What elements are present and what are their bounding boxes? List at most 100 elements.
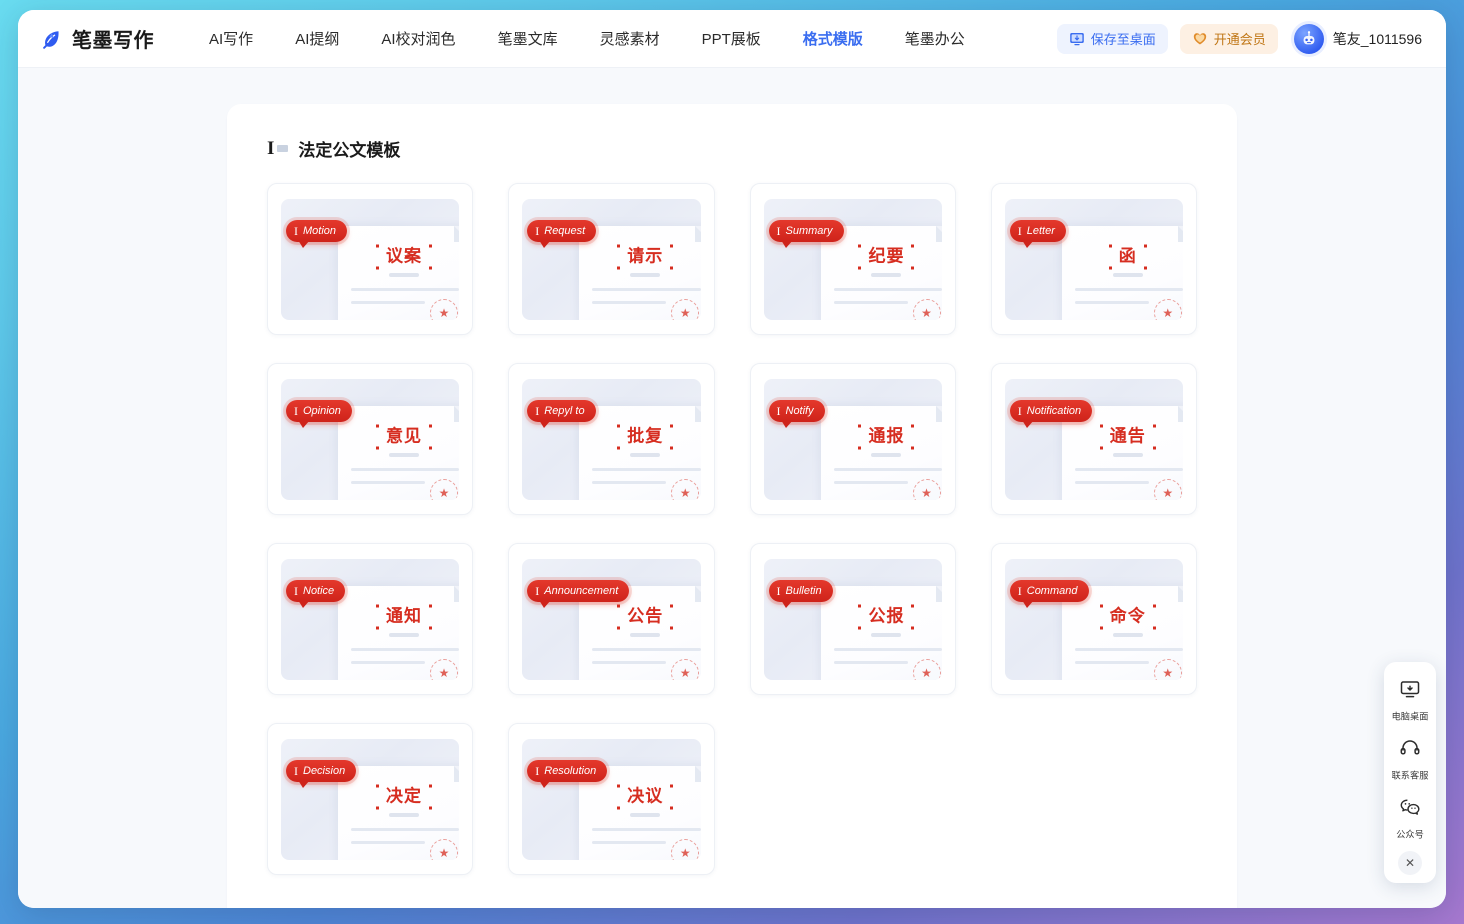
template-card[interactable]: 请示★IRequest (508, 183, 714, 335)
template-card[interactable]: 公告★I Announcement (508, 543, 714, 695)
templates-panel: I 法定公文模板 议案★IMotion请示★IRequest纪要★ISummar… (227, 104, 1237, 908)
document-text-line (351, 288, 459, 291)
template-tag-label: Motion (303, 226, 336, 237)
side-item-desktop[interactable]: 电脑桌面 (1384, 672, 1436, 731)
document-title-box: 函 (1109, 244, 1147, 269)
template-card[interactable]: 通知★INotice (267, 543, 473, 695)
nav-item-office[interactable]: 笔墨办公 (884, 20, 986, 57)
template-thumbnail: 公告★ (522, 559, 700, 680)
template-thumbnail: 议案★ (281, 199, 459, 320)
template-tag: I Opinion (286, 400, 352, 422)
template-card[interactable]: 决定★IDecision (267, 723, 473, 875)
nav-item-format-template[interactable]: 格式模版 (782, 20, 884, 57)
document-subtitle-bar (630, 453, 660, 457)
document-subtitle-bar (389, 273, 419, 277)
document-title-box: 公报 (858, 604, 914, 629)
template-thumbnail: 函★ (1005, 199, 1183, 320)
text-cursor-icon: I (777, 585, 781, 597)
template-tag: I Notice (286, 580, 345, 602)
document-title: 纪要 (868, 246, 904, 265)
text-cursor-icon: I (777, 225, 781, 237)
template-tag-label: Announcement (544, 586, 618, 597)
official-seal-icon: ★ (671, 479, 699, 500)
document-title: 命令 (1110, 606, 1146, 625)
document-text-line (351, 661, 425, 664)
side-item-support-label: 联系客服 (1392, 768, 1429, 782)
document-text-line (834, 481, 908, 484)
document-title-box: 纪要 (858, 244, 914, 269)
template-thumbnail: 纪要★ (764, 199, 942, 320)
template-thumbnail: 批复★ (522, 379, 700, 500)
template-tag: INotification (1010, 400, 1092, 422)
official-seal-icon: ★ (913, 479, 941, 500)
nav-item-ai-proofread[interactable]: AI校对润色 (360, 20, 476, 57)
template-card[interactable]: 命令★ICommand (991, 543, 1197, 695)
nav-item-inspiration[interactable]: 灵感素材 (579, 20, 681, 57)
template-tag: INotify (769, 400, 825, 422)
nav-item-library[interactable]: 笔墨文库 (477, 20, 579, 57)
template-tag: IRequest (527, 220, 596, 242)
template-card-grid: 议案★IMotion请示★IRequest纪要★ISummary函★ILette… (267, 183, 1197, 875)
document-text-line (592, 828, 700, 831)
template-card[interactable]: 意见★ I Opinion (267, 363, 473, 515)
template-tag-label: Repyl to (544, 406, 584, 417)
document-subtitle-bar (871, 453, 901, 457)
brand-logo[interactable]: 笔墨写作 (38, 24, 154, 53)
account-menu[interactable]: 笔友_1011596 (1294, 24, 1422, 54)
template-card[interactable]: 函★ILetter (991, 183, 1197, 335)
document-sheet: 请示★ (579, 226, 700, 320)
template-thumbnail: 通告★ (1005, 379, 1183, 500)
nav-item-ai-writing[interactable]: AI写作 (188, 20, 274, 57)
document-text-line (592, 481, 666, 484)
template-card[interactable]: 公报★IBulletin (750, 543, 956, 695)
template-card[interactable]: 批复★IRepyl to (508, 363, 714, 515)
side-item-support[interactable]: 联系客服 (1384, 731, 1436, 790)
main-nav: AI写作 AI提纲 AI校对润色 笔墨文库 灵感素材 PPT展板 格式模版 笔墨… (188, 20, 1057, 57)
nav-item-ppt[interactable]: PPT展板 (681, 20, 782, 57)
side-item-wechat[interactable]: 公众号 (1384, 790, 1436, 849)
template-thumbnail: 决定★ (281, 739, 459, 860)
text-cursor-icon: I (294, 585, 298, 597)
template-tag-label: Notice (303, 586, 334, 597)
template-card[interactable]: 议案★I Motion (267, 183, 473, 335)
top-navigation-bar: 笔墨写作 AI写作 AI提纲 AI校对润色 笔墨文库 灵感素材 PPT展板 格式… (18, 10, 1446, 68)
document-text-line (1075, 481, 1149, 484)
template-tag-label: Opinion (303, 406, 341, 417)
section-header: I 法定公文模板 (267, 136, 1197, 161)
document-subtitle-bar (389, 633, 419, 637)
official-seal-icon: ★ (913, 659, 941, 680)
save-to-desktop-label: 保存至桌面 (1091, 29, 1156, 48)
text-cursor-icon: I (777, 405, 781, 417)
template-tag-label: Decision (303, 766, 345, 777)
document-title-box: 议案 (376, 244, 432, 269)
template-thumbnail: 公报 ★ (764, 559, 942, 680)
text-cursor-icon: I (1018, 405, 1022, 417)
close-icon[interactable]: ✕ (1398, 851, 1422, 875)
text-cursor-icon: I (294, 225, 298, 237)
template-card[interactable]: 通报★INotify (750, 363, 956, 515)
save-to-desktop-button[interactable]: 保存至桌面 (1057, 24, 1168, 54)
document-title-box: 意见 (376, 424, 432, 449)
open-vip-button[interactable]: 开通会员 (1180, 24, 1278, 54)
document-text-line (1075, 468, 1183, 471)
template-card[interactable]: 决议★IResolution (508, 723, 714, 875)
template-card[interactable]: 纪要★ISummary (750, 183, 956, 335)
document-text-line (592, 841, 666, 844)
document-title-box: 公告 (617, 604, 673, 629)
feather-pen-icon (38, 26, 64, 52)
template-tag-label: Request (544, 226, 585, 237)
official-seal-icon: ★ (1154, 659, 1182, 680)
document-sheet: 决定★ (338, 766, 459, 860)
text-cursor-icon: I (294, 405, 298, 417)
document-sheet: 意见★ (338, 406, 459, 500)
document-title: 议案 (386, 246, 422, 265)
document-title-box: 决议 (617, 784, 673, 809)
document-title: 公报 (868, 606, 904, 625)
text-cursor-icon: I (535, 585, 539, 597)
template-tag: I Announcement (527, 580, 629, 602)
nav-item-ai-outline[interactable]: AI提纲 (274, 20, 360, 57)
document-text-line (1075, 648, 1183, 651)
template-card[interactable]: 通告★INotification (991, 363, 1197, 515)
template-thumbnail: 意见★ (281, 379, 459, 500)
document-title: 通告 (1110, 426, 1146, 445)
